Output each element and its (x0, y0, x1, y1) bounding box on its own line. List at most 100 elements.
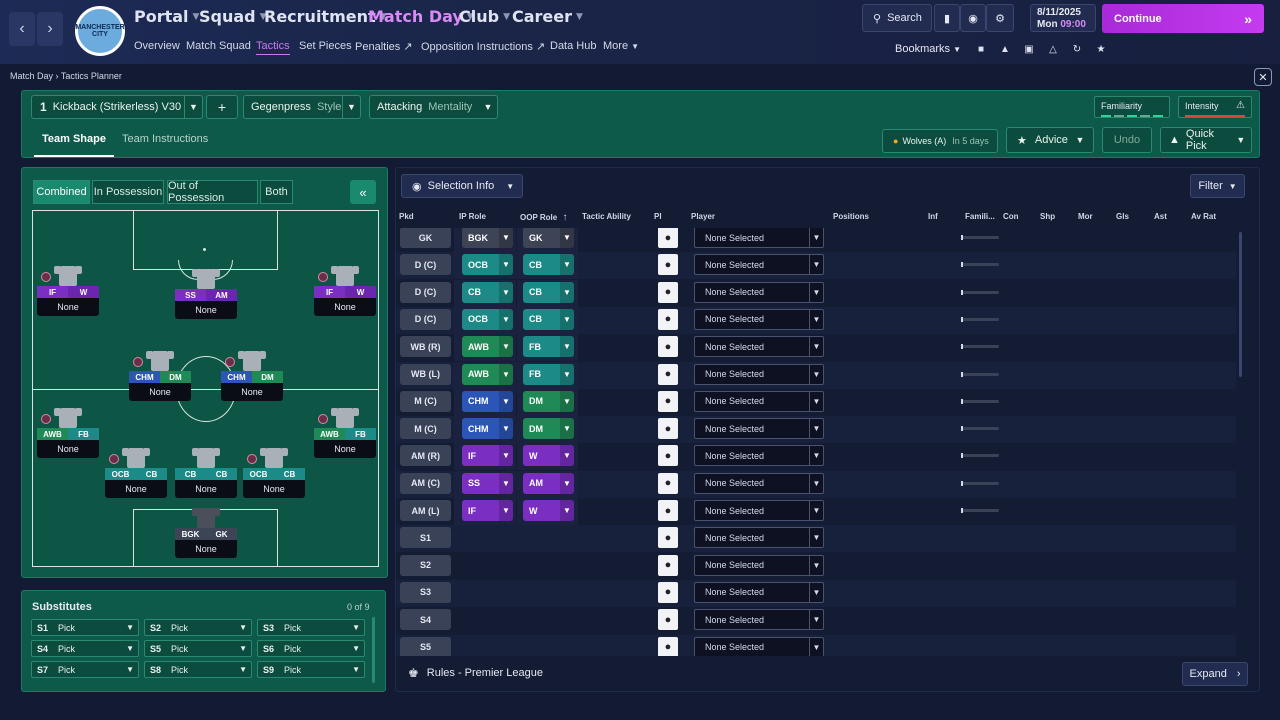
player-select[interactable]: None Selected ▼ (694, 281, 824, 303)
tactic-selector[interactable]: 1 Kickback (Strikerless) V30 ▼ (31, 95, 203, 119)
substitute-slot[interactable]: S1 Pick ▼ (31, 619, 139, 636)
player-profile-icon[interactable]: ● (658, 445, 678, 467)
undo-button[interactable]: Undo (1102, 127, 1152, 153)
player-select[interactable]: None Selected ▼ (694, 336, 824, 358)
forward-arrow-icon[interactable]: › (37, 12, 63, 46)
position-button[interactable]: WB (L) (400, 363, 451, 385)
position-button[interactable]: S4 (400, 609, 451, 631)
player-profile-icon[interactable]: ● (658, 363, 678, 385)
subnav-penalties[interactable]: Penalties ↗ (355, 40, 413, 53)
table-row[interactable]: WB (R) AWB ▼ FB ▼ ● None Selected ▼ (396, 334, 1236, 362)
tab-team-instructions[interactable]: Team Instructions (114, 127, 216, 157)
mentality-selector[interactable]: Attacking Mentality ▼ (369, 95, 498, 119)
col-gls[interactable]: Gls (1116, 212, 1129, 221)
ip-role-select[interactable]: AWB ▼ (462, 336, 513, 358)
player-profile-icon[interactable]: ● (658, 336, 678, 358)
oop-role-select[interactable]: CB ▼ (523, 254, 574, 276)
col-av-rat[interactable]: Av Rat (1191, 212, 1216, 221)
position-button[interactable]: AM (L) (400, 500, 451, 521)
add-tactic-button[interactable]: + (206, 95, 238, 119)
table-row[interactable]: S1 ● None Selected ▼ (396, 525, 1236, 553)
player-profile-icon[interactable]: ● (658, 554, 678, 576)
subnav-overview[interactable]: Overview (134, 40, 180, 52)
refresh-icon[interactable]: ↻ (1070, 42, 1084, 56)
view-both[interactable]: Both (260, 180, 293, 204)
subnav-opposition-instructions[interactable]: Opposition Instructions ↗ (421, 40, 545, 53)
search-button[interactable]: ⚲ Search (862, 4, 932, 32)
player-profile-icon[interactable]: ● (658, 254, 678, 276)
view-in-possession[interactable]: In Possession (92, 180, 164, 204)
player-select[interactable]: None Selected ▼ (694, 500, 824, 521)
pitch-player-card[interactable]: BGK GK None (175, 508, 237, 558)
table-row[interactable]: AM (L) IF ▼ W ▼ ● None Selected ▼ (396, 498, 1236, 525)
col-ast[interactable]: Ast (1154, 212, 1167, 221)
filter-button[interactable]: Filter ▼ (1190, 174, 1245, 198)
close-icon[interactable]: ✕ (1254, 68, 1272, 86)
breadcrumb-match-day[interactable]: Match Day (10, 71, 53, 81)
familiarity-meter[interactable]: Familiarity (1094, 96, 1170, 118)
player-select[interactable]: None Selected ▼ (694, 228, 824, 248)
quick-pick-button[interactable]: ▲ Quick Pick ▼ (1160, 127, 1252, 153)
oop-role-select[interactable]: AM ▼ (523, 472, 574, 494)
player-select[interactable]: None Selected ▼ (694, 363, 824, 385)
subnav-data-hub[interactable]: Data Hub (550, 40, 596, 52)
table-row[interactable]: AM (R) IF ▼ W ▼ ● None Selected ▼ (396, 443, 1236, 471)
pitch-player-card[interactable]: SS AM None (175, 269, 237, 319)
position-button[interactable]: AM (R) (400, 445, 451, 467)
player-select[interactable]: None Selected ▼ (694, 472, 824, 494)
player-select[interactable]: None Selected ▼ (694, 609, 824, 631)
team-icon[interactable]: △ (1046, 42, 1060, 56)
tab-team-shape[interactable]: Team Shape (34, 127, 114, 157)
nav-squad[interactable]: Squad ▼ (199, 7, 267, 26)
table-scrollbar[interactable] (1239, 232, 1242, 377)
table-row[interactable]: S5 ● None Selected ▼ (396, 634, 1236, 656)
oop-role-select[interactable]: FB ▼ (523, 363, 574, 385)
bookmark-icon[interactable]: ▮ (934, 4, 960, 32)
collapse-icon[interactable]: « (350, 180, 376, 204)
player-profile-icon[interactable]: ● (658, 609, 678, 631)
position-button[interactable]: S3 (400, 581, 451, 603)
player-select[interactable]: None Selected ▼ (694, 636, 824, 656)
table-row[interactable]: GK BGK ▼ GK ▼ ● None Selected ▼ (396, 228, 1236, 252)
nav-portal[interactable]: Portal ▼ (134, 7, 199, 26)
player-profile-icon[interactable]: ● (658, 228, 678, 248)
player-select[interactable]: None Selected ▼ (694, 554, 824, 576)
position-button[interactable]: S5 (400, 636, 451, 656)
nav-club[interactable]: Club ▼ (459, 7, 510, 26)
oop-role-select[interactable]: W ▼ (523, 500, 574, 521)
position-button[interactable]: M (C) (400, 418, 451, 440)
position-button[interactable]: S2 (400, 554, 451, 576)
position-button[interactable]: D (C) (400, 254, 451, 276)
ip-role-select[interactable]: IF ▼ (462, 500, 513, 521)
club-crest[interactable]: MANCHESTER CITY (75, 6, 125, 56)
substitute-slot[interactable]: S2 Pick ▼ (144, 619, 252, 636)
col-ip-role[interactable]: IP Role (459, 212, 486, 221)
col-tactic-ability[interactable]: Tactic Ability (582, 212, 631, 221)
substitute-slot[interactable]: S4 Pick ▼ (31, 640, 139, 657)
position-button[interactable]: D (C) (400, 308, 451, 330)
ip-role-select[interactable]: OCB ▼ (462, 308, 513, 330)
col-oop-role[interactable]: OOP Role ↑ (520, 212, 567, 223)
oop-role-select[interactable]: DM ▼ (523, 390, 574, 412)
player-select[interactable]: None Selected ▼ (694, 581, 824, 603)
player-select[interactable]: None Selected ▼ (694, 254, 824, 276)
chat-icon[interactable]: ■ (974, 42, 988, 56)
back-arrow-icon[interactable]: ‹ (9, 12, 35, 46)
view-combined[interactable]: Combined (33, 180, 90, 204)
oop-role-select[interactable]: W ▼ (523, 445, 574, 467)
player-profile-icon[interactable]: ● (658, 418, 678, 440)
player-profile-icon[interactable]: ● (658, 636, 678, 656)
pitch-player-card[interactable]: CHM DM None (129, 351, 191, 401)
table-row[interactable]: AM (C) SS ▼ AM ▼ ● None Selected ▼ (396, 470, 1236, 498)
view-out-of-possession[interactable]: Out of Possession (167, 180, 258, 204)
nav-career[interactable]: Career ▼ (512, 7, 583, 26)
trophy-icon[interactable]: ★ (1094, 42, 1108, 56)
substitute-slot[interactable]: S7 Pick ▼ (31, 661, 139, 678)
player-select[interactable]: None Selected ▼ (694, 418, 824, 440)
col-pl[interactable]: Pl (654, 212, 662, 221)
substitute-slot[interactable]: S9 Pick ▼ (257, 661, 365, 678)
ip-role-select[interactable]: IF ▼ (462, 445, 513, 467)
globe-icon[interactable]: ◉ (960, 4, 986, 32)
ip-role-select[interactable]: CB ▼ (462, 281, 513, 303)
oop-role-select[interactable]: FB ▼ (523, 336, 574, 358)
